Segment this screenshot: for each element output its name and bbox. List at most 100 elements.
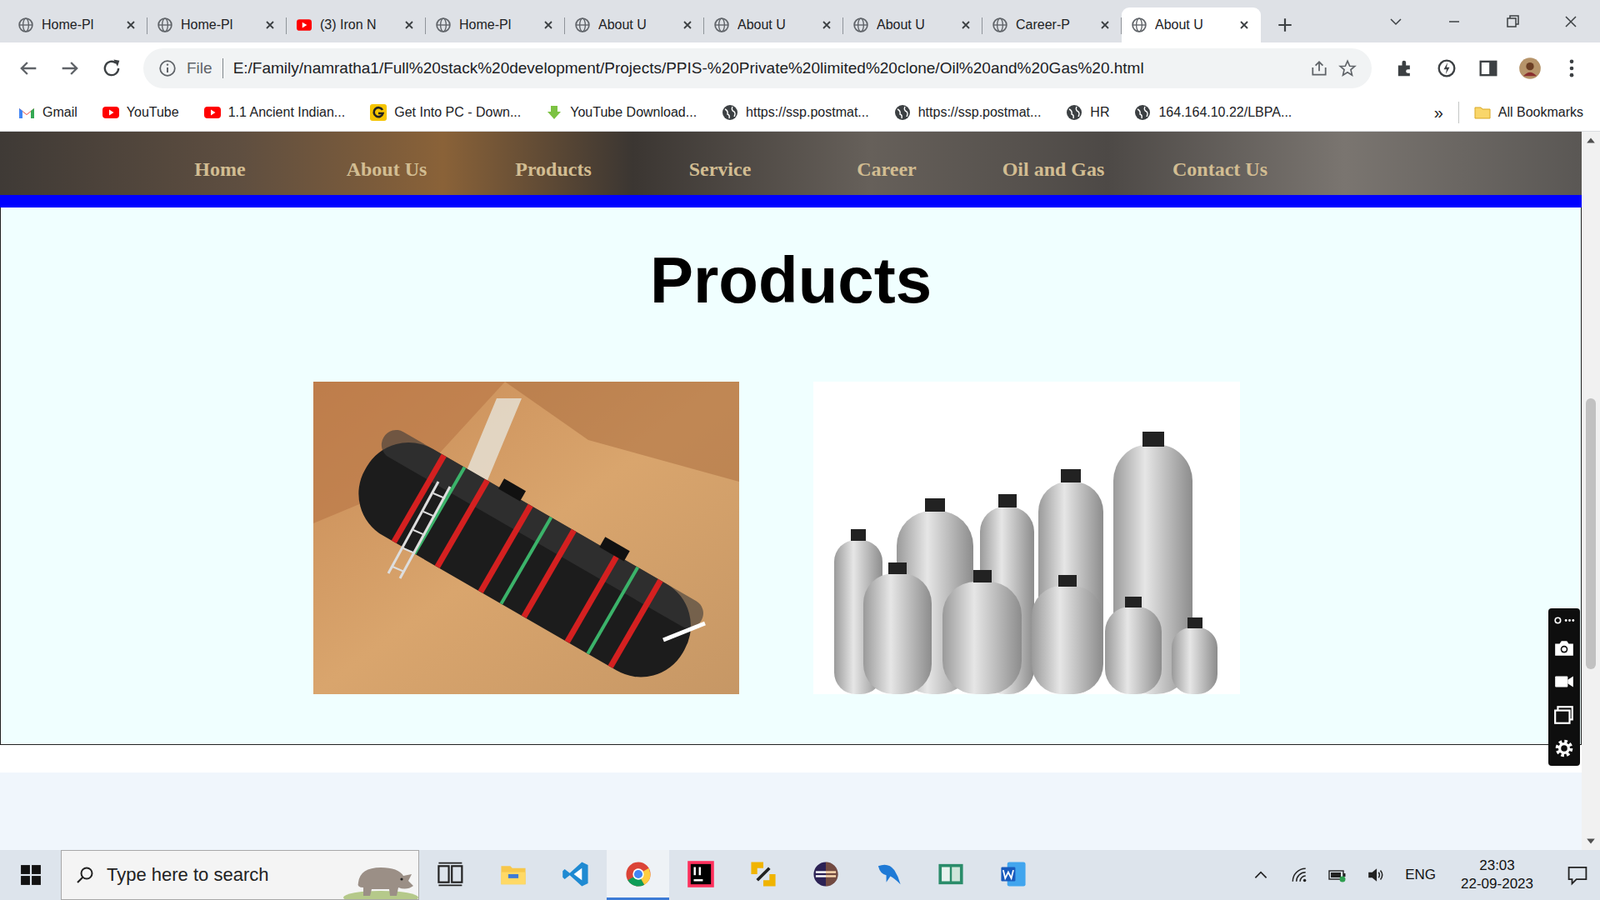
globe-icon <box>1065 104 1083 121</box>
nav-link[interactable]: Oil and Gas <box>970 158 1137 181</box>
close-icon[interactable] <box>402 18 416 32</box>
close-icon[interactable] <box>1098 18 1112 32</box>
bookmark[interactable]: Gmail <box>18 104 78 121</box>
scroll-thumb[interactable] <box>1585 398 1596 670</box>
bookmark[interactable]: YouTube Download... <box>545 104 697 121</box>
bookmark[interactable]: YouTube <box>102 104 180 121</box>
browser-tab[interactable]: Home-Pl <box>8 7 148 43</box>
start-button[interactable] <box>0 850 61 900</box>
download-icon <box>545 104 563 121</box>
scrollbar[interactable] <box>1581 131 1600 850</box>
clock[interactable]: 23:0322-09-2023 <box>1455 856 1539 894</box>
taskbar-app[interactable] <box>419 850 482 900</box>
bookmark-label: YouTube <box>126 105 180 120</box>
taskbar-app[interactable] <box>606 850 670 900</box>
scroll-down-icon[interactable] <box>1585 835 1596 846</box>
performance-icon[interactable] <box>1430 56 1464 80</box>
gear-icon[interactable] <box>1553 737 1575 760</box>
nav-link[interactable]: Home <box>136 158 304 181</box>
globe-icon <box>1131 17 1147 33</box>
star-icon[interactable] <box>1338 59 1357 78</box>
share-icon[interactable] <box>1310 59 1329 78</box>
menu-icon[interactable] <box>1555 56 1589 80</box>
scroll-up-icon[interactable] <box>1585 135 1596 146</box>
taskbar-app[interactable] <box>481 850 545 900</box>
product-image[interactable] <box>813 381 1240 695</box>
taskbar-app[interactable] <box>731 850 795 900</box>
browser-tab[interactable]: (3) Iron N <box>286 7 426 43</box>
window-icon[interactable] <box>1553 704 1575 726</box>
video-icon[interactable] <box>1553 670 1575 693</box>
minimize-icon[interactable] <box>1425 13 1484 30</box>
bookmark[interactable]: https://ssp.postmat... <box>894 104 1042 121</box>
taskbar-app[interactable] <box>544 850 607 900</box>
chevron-down-icon[interactable] <box>1366 13 1425 30</box>
close-icon[interactable] <box>680 18 695 32</box>
taskbar-app[interactable] <box>919 850 982 900</box>
extensions-icon[interactable] <box>1388 56 1422 80</box>
eclipse-icon <box>811 860 840 889</box>
product-image[interactable] <box>313 381 740 695</box>
tab-label: Career-P <box>1015 17 1090 33</box>
globe-icon <box>714 17 730 33</box>
wifi-icon[interactable] <box>1290 865 1309 885</box>
avatar-icon[interactable] <box>1513 56 1547 80</box>
gmail-icon <box>18 104 35 121</box>
forward-icon[interactable] <box>53 56 87 80</box>
battery-icon[interactable] <box>1328 865 1347 885</box>
restore-icon[interactable] <box>1483 13 1542 30</box>
vessels-photo <box>813 381 1240 695</box>
plus-icon[interactable] <box>1275 15 1295 35</box>
reload-icon[interactable] <box>95 56 129 80</box>
close-icon[interactable] <box>541 18 555 32</box>
close-icon[interactable] <box>959 18 973 32</box>
nav-link[interactable]: Products <box>470 158 637 181</box>
camera-icon[interactable] <box>1553 637 1575 660</box>
browser-tab[interactable]: About U <box>565 7 705 43</box>
taskbar-app[interactable] <box>856 850 920 900</box>
nav-link[interactable]: Contact Us <box>1136 158 1304 181</box>
browser-tab[interactable]: Home-Pl <box>425 7 565 43</box>
bookmark[interactable]: 1.1 Ancient Indian... <box>204 104 346 121</box>
section-heading: Products <box>650 240 932 320</box>
nav-link[interactable]: Career <box>803 158 970 181</box>
address-bar[interactable]: FileE:/Family/namratha1/Full%20stack%20d… <box>143 48 1372 89</box>
nav-link[interactable]: About Us <box>303 158 470 181</box>
close-icon[interactable] <box>820 18 834 32</box>
bookmark[interactable]: https://ssp.postmat... <box>721 104 870 121</box>
bookmark[interactable]: HR <box>1065 104 1110 121</box>
all-bookmarks[interactable]: All Bookmarks <box>1474 104 1584 121</box>
language-indicator[interactable]: ENG <box>1405 866 1436 884</box>
pin-icon[interactable] <box>1553 615 1575 626</box>
nav-link[interactable]: Service <box>636 158 804 181</box>
more-bookmarks[interactable]: » <box>1434 103 1444 123</box>
youtube-icon <box>102 104 120 121</box>
url-text[interactable]: E:/Family/namratha1/Full%20stack%20devel… <box>233 59 1300 78</box>
browser-tab[interactable]: About U <box>843 7 983 43</box>
taskbar-app[interactable] <box>669 850 732 900</box>
side-panel-icon[interactable] <box>1471 56 1505 80</box>
back-icon[interactable] <box>11 56 45 80</box>
browser-tab[interactable]: Home-Pl <box>147 7 287 43</box>
close-window-icon[interactable] <box>1541 13 1600 30</box>
separator <box>1458 101 1460 124</box>
close-icon[interactable] <box>1237 18 1251 32</box>
taskbar-app[interactable] <box>981 850 1045 900</box>
bookmark[interactable]: Get Into PC - Down... <box>370 104 521 121</box>
notifications-icon[interactable] <box>1566 864 1589 886</box>
close-icon[interactable] <box>124 18 138 32</box>
globe-icon <box>721 104 739 121</box>
bookmark[interactable]: 164.164.10.22/LBPA... <box>1134 104 1292 121</box>
taskbar-app[interactable] <box>794 850 857 900</box>
browser-tab[interactable]: About U <box>704 7 844 43</box>
folder-icon <box>1474 104 1491 121</box>
tab-label: About U <box>1155 17 1230 33</box>
browser-tab[interactable]: Career-P <box>982 7 1122 43</box>
search-box[interactable]: Type here to search <box>60 850 420 900</box>
browser-tab[interactable]: About U <box>1121 7 1261 43</box>
chevron-up-icon[interactable] <box>1251 865 1270 885</box>
volume-icon[interactable] <box>1366 865 1385 885</box>
info-icon[interactable] <box>158 59 177 78</box>
tab-strip: Home-PlHome-Pl(3) Iron NHome-PlAbout UAb… <box>0 0 1600 43</box>
close-icon[interactable] <box>263 18 277 32</box>
